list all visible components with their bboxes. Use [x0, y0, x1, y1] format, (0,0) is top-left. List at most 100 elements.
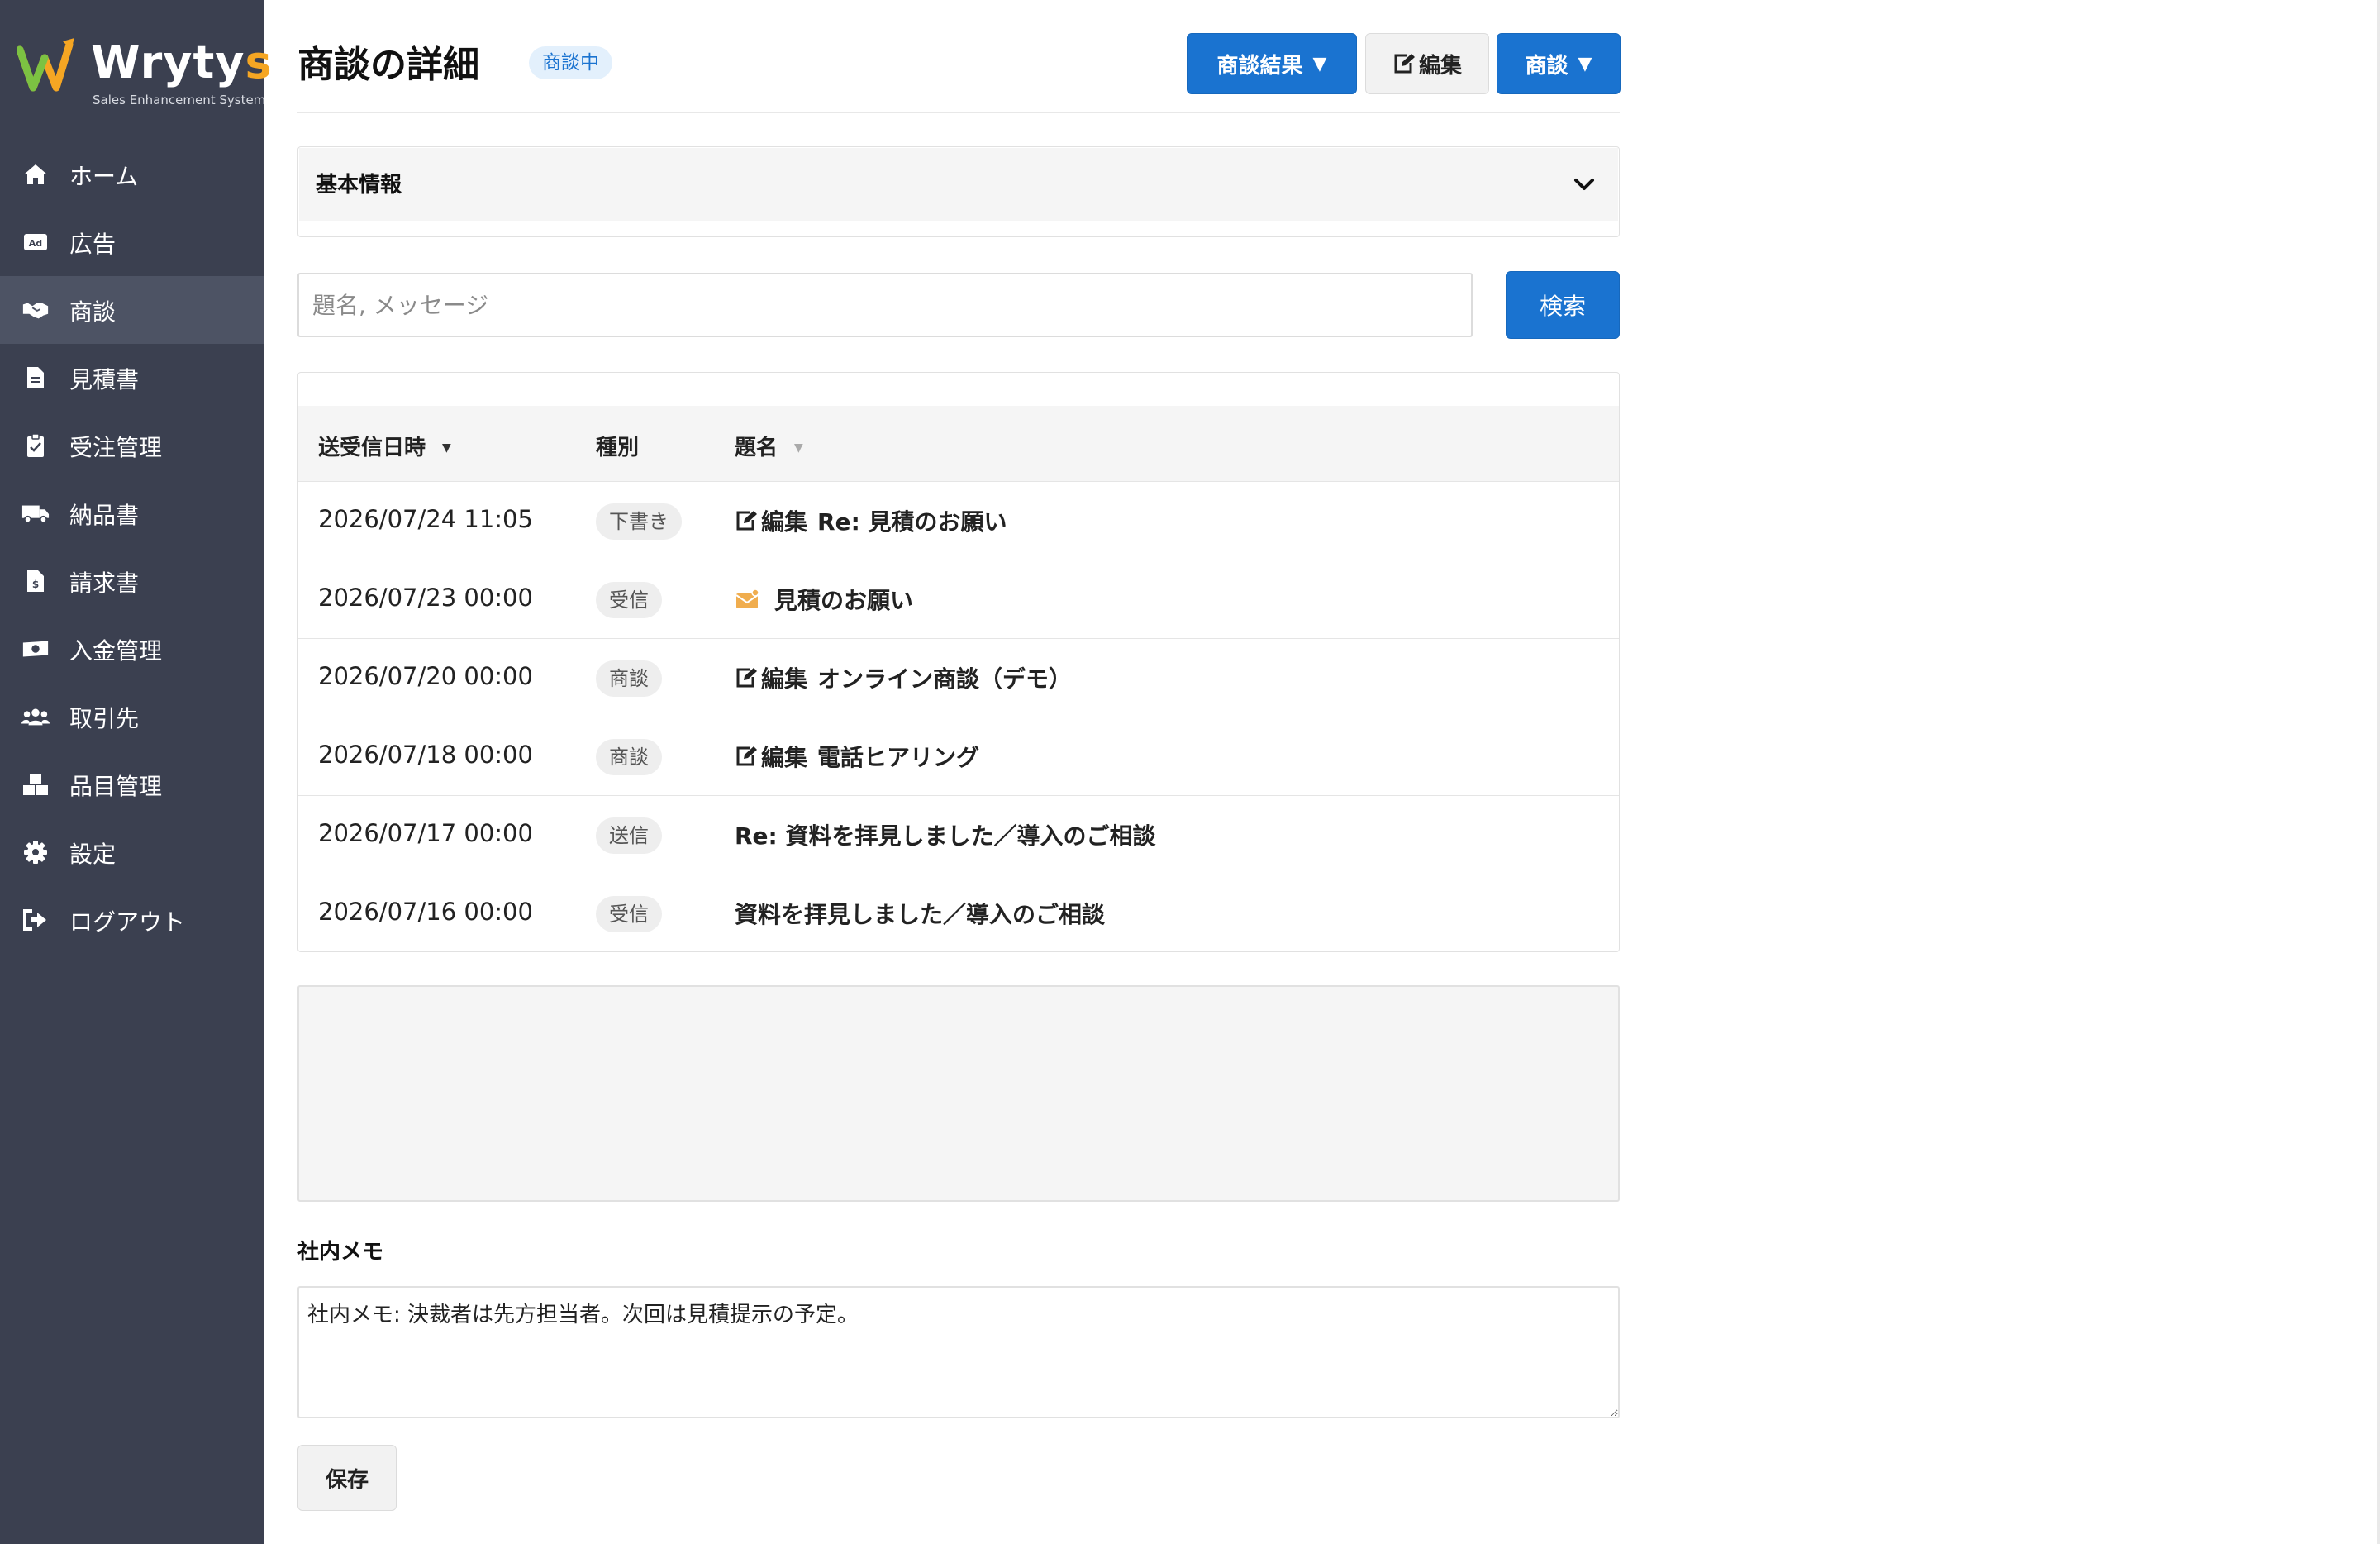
logo-tagline: Sales Enhancement System	[93, 93, 266, 107]
deal-result-dropdown-button[interactable]: 商談結果 ▼	[1187, 33, 1357, 94]
logo-mark-icon	[17, 38, 74, 92]
ad-icon: Ad	[21, 229, 50, 255]
invoice-icon: $	[21, 568, 50, 594]
cell-date: 2026/07/24 11:05	[318, 505, 533, 533]
save-button[interactable]: 保存	[298, 1445, 397, 1511]
edit-icon	[735, 746, 758, 767]
table-row[interactable]: 2026/07/23 00:00 受信 見積のお願い	[298, 560, 1619, 639]
memo-label: 社内メモ	[298, 1240, 384, 1265]
edit-button-label: 編集	[1418, 53, 1462, 79]
table-row[interactable]: 2026/07/24 11:05 下書き 編集 Re: 見積のお願い	[298, 482, 1619, 560]
sidebar-item-logout[interactable]: ログアウト	[0, 886, 264, 954]
type-badge: 下書き	[596, 503, 682, 540]
subject-link[interactable]: Re: 資料を拝見しました／導入のご相談	[735, 818, 1156, 851]
edit-icon	[735, 510, 758, 531]
type-badge: 送信	[596, 817, 662, 854]
gear-icon	[21, 839, 50, 865]
sidebar-item-ads[interactable]: Ad 広告	[0, 208, 264, 276]
sidebar-item-payments[interactable]: 入金管理	[0, 615, 264, 683]
type-badge: 商談	[596, 739, 662, 775]
sidebar-item-label: 納品書	[69, 502, 140, 529]
sidebar-item-quotes[interactable]: 見積書	[0, 344, 264, 412]
sidebar: Wrytys Sales Enhancement System ホーム Ad 広…	[0, 0, 272, 1544]
basic-info-panel: 基本情報	[298, 146, 1620, 237]
type-badge: 受信	[596, 896, 662, 932]
main-content: 商談の詳細 商談中 商談結果 ▼ 編集 商談 ▼ 基本情報 検索 送受信日時▼ …	[298, 0, 1621, 1544]
search-button[interactable]: 検索	[1506, 271, 1620, 339]
subject-link[interactable]: 資料を拝見しました／導入のご相談	[735, 897, 1105, 930]
cell-date: 2026/07/16 00:00	[318, 898, 533, 926]
sidebar-item-label: ホーム	[69, 163, 139, 190]
svg-text:Ad: Ad	[29, 238, 42, 249]
chevron-down-icon[interactable]	[1572, 174, 1597, 194]
sidebar-item-label: 広告	[69, 231, 117, 258]
message-preview-area	[298, 985, 1620, 1202]
sidebar-item-home[interactable]: ホーム	[0, 141, 264, 208]
sidebar-item-label: 見積書	[69, 366, 140, 393]
handshake-icon	[21, 297, 50, 323]
svg-text:$: $	[32, 579, 39, 590]
sidebar-item-clients[interactable]: 取引先	[0, 683, 264, 751]
money-icon	[21, 636, 50, 662]
header-divider	[298, 112, 1620, 113]
table-row[interactable]: 2026/07/18 00:00 商談 編集 電話ヒアリング	[298, 717, 1619, 796]
type-badge: 受信	[596, 582, 662, 618]
sidebar-item-label: 入金管理	[69, 637, 163, 665]
sidebar-item-invoices[interactable]: $ 請求書	[0, 547, 264, 615]
cell-date: 2026/07/17 00:00	[318, 819, 533, 847]
sidebar-item-label: 商談	[69, 298, 117, 326]
logout-icon	[21, 907, 50, 933]
cell-date: 2026/07/18 00:00	[318, 741, 533, 769]
window-scrollbar[interactable]	[2377, 0, 2380, 1544]
sidebar-item-deliveries[interactable]: 納品書	[0, 479, 264, 547]
save-button-label: 保存	[325, 1467, 369, 1493]
column-header-subject[interactable]: 題名 ▼	[735, 431, 803, 461]
sidebar-item-label: 品目管理	[69, 773, 163, 800]
table-row[interactable]: 2026/07/17 00:00 送信 Re: 資料を拝見しました／導入のご相談	[298, 796, 1619, 874]
deal-button-label: 商談	[1525, 53, 1568, 79]
sidebar-nav: ホーム Ad 広告 商談 見積書 受注管理 納品書 $ 請求書 入金管理 取引先…	[0, 141, 264, 954]
deal-dropdown-button[interactable]: 商談 ▼	[1497, 33, 1621, 94]
sort-desc-icon[interactable]: ▼	[442, 441, 451, 455]
subject-link[interactable]: 見積のお願い	[735, 583, 913, 616]
sidebar-item-label: 取引先	[69, 705, 140, 732]
table-row[interactable]: 2026/07/20 00:00 商談 編集 オンライン商談（デモ）	[298, 639, 1619, 717]
clipboard-check-icon	[21, 432, 50, 459]
table-row[interactable]: 2026/07/16 00:00 受信 資料を拝見しました／導入のご相談	[298, 874, 1619, 951]
column-header-type: 種別	[596, 436, 640, 460]
subject-link[interactable]: 編集 電話ヒアリング	[735, 740, 979, 773]
envelope-icon	[735, 589, 759, 610]
search-button-label: 検索	[1539, 293, 1586, 320]
cell-date: 2026/07/20 00:00	[318, 662, 533, 690]
sidebar-item-label: 請求書	[69, 569, 140, 597]
deal-result-button-label: 商談結果	[1216, 53, 1303, 79]
basic-info-title: 基本情報	[316, 173, 402, 198]
edit-icon	[735, 667, 758, 689]
basic-info-header[interactable]: 基本情報	[299, 148, 1618, 221]
column-header-date[interactable]: 送受信日時 ▼	[318, 431, 451, 461]
sidebar-item-label: 受注管理	[69, 434, 163, 461]
page-title: 商談の詳細	[298, 44, 479, 86]
boxes-icon	[21, 771, 50, 798]
table-header: 送受信日時 ▼ 種別 題名 ▼	[298, 406, 1619, 482]
sidebar-item-label: 設定	[69, 841, 117, 868]
home-icon	[21, 161, 50, 188]
edit-button[interactable]: 編集	[1365, 33, 1489, 94]
edit-icon	[1392, 53, 1416, 74]
search-input[interactable]	[298, 273, 1473, 337]
cell-date: 2026/07/23 00:00	[318, 584, 533, 612]
sidebar-item-items[interactable]: 品目管理	[0, 751, 264, 818]
app-logo[interactable]: Wrytys Sales Enhancement System	[17, 33, 272, 116]
message-table: 送受信日時 ▼ 種別 題名 ▼ 2026/07/24 11:05 下書き 編集 Re:…	[298, 372, 1620, 952]
sidebar-item-deals[interactable]: 商談	[0, 276, 264, 344]
logo-text: Wrytys	[91, 36, 273, 88]
users-icon	[21, 703, 50, 730]
subject-link[interactable]: 編集 オンライン商談（デモ）	[735, 661, 1072, 694]
subject-link[interactable]: 編集 Re: 見積のお願い	[735, 504, 1007, 537]
sidebar-item-orders[interactable]: 受注管理	[0, 412, 264, 479]
sort-icon[interactable]: ▼	[794, 441, 803, 455]
sidebar-item-settings[interactable]: 設定	[0, 818, 264, 886]
memo-textarea[interactable]: 社内メモ: 決裁者は先方担当者。次回は見積提示の予定。	[298, 1286, 1620, 1418]
caret-down-icon: ▼	[1312, 53, 1327, 74]
sidebar-item-label: ログアウト	[69, 908, 186, 936]
